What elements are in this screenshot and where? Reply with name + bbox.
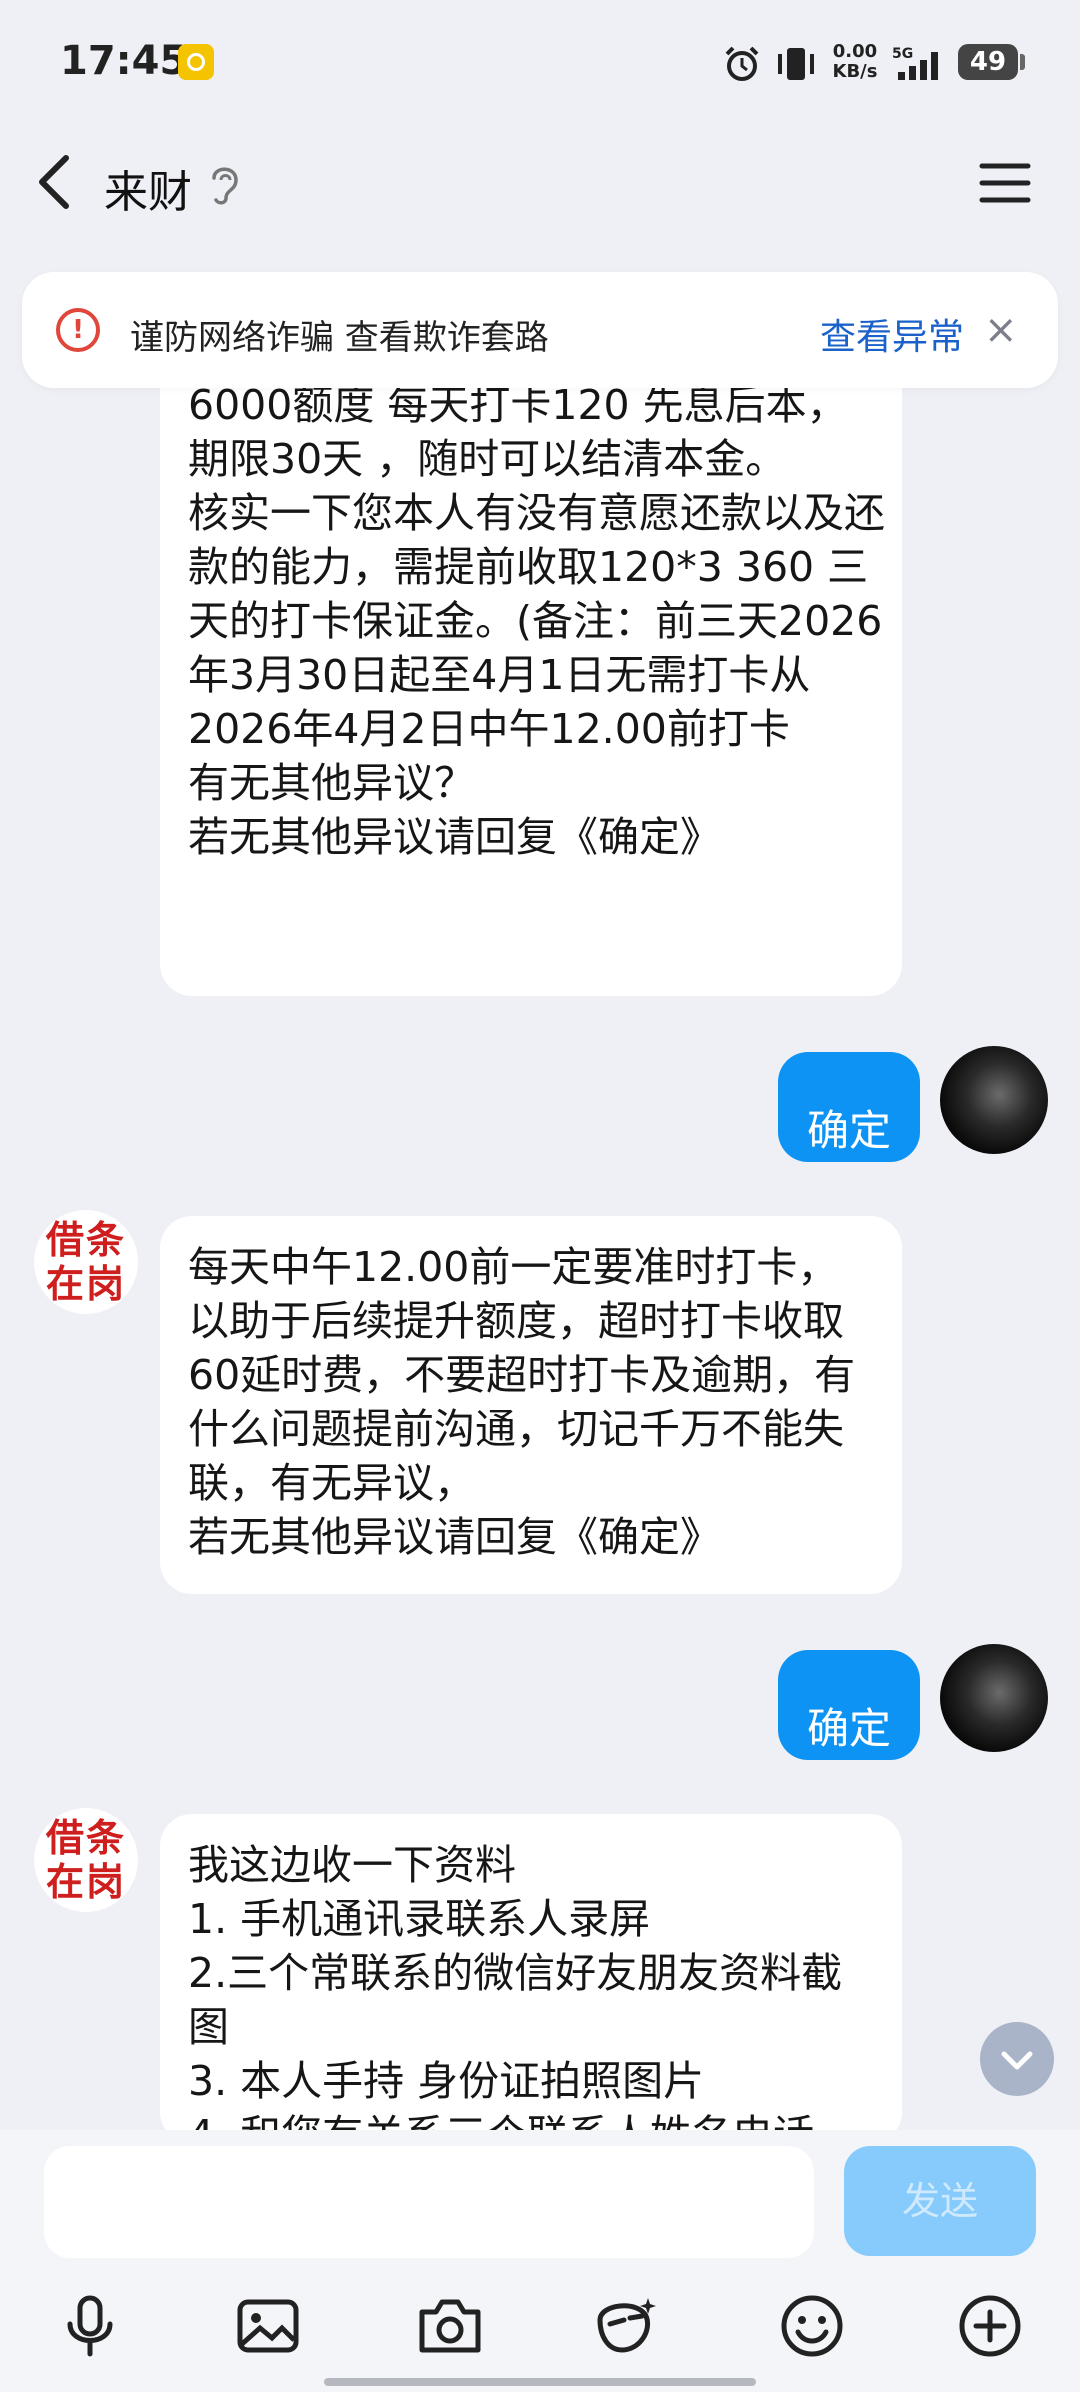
home-indicator <box>324 2378 756 2386</box>
sticker-icon[interactable] <box>590 2290 662 2362</box>
microphone-icon[interactable] <box>54 2290 126 2362</box>
camera-icon[interactable] <box>414 2290 486 2362</box>
message-input[interactable] <box>44 2146 814 2258</box>
scam-warning-banner[interactable]: ! 谨防网络诈骗 查看欺诈套路 查看异常 × <box>22 272 1058 388</box>
chat-title: 来财 <box>104 167 192 218</box>
avatar-seal-text: 借条在岗 <box>45 1815 126 1904</box>
image-icon[interactable] <box>232 2290 304 2362</box>
message-bubble-received[interactable]: 6000额度 每天打卡120 先息后本，期限30天 ，随时可以结清本金。 核实一… <box>160 370 902 996</box>
emoji-icon[interactable] <box>776 2290 848 2362</box>
battery-indicator: 49 <box>958 44 1025 80</box>
avatar-contact[interactable]: 借条在岗 <box>34 1210 138 1314</box>
scroll-to-bottom-button[interactable] <box>980 2022 1054 2096</box>
message-text: 6000额度 每天打卡120 先息后本，期限30天 ，随时可以结清本金。 核实一… <box>188 381 885 861</box>
hamburger-menu-icon[interactable] <box>978 160 1032 206</box>
status-time: 17:45 <box>60 38 188 84</box>
warning-text[interactable]: 谨防网络诈骗 查看欺诈套路 <box>130 310 549 359</box>
message-bubble-sent[interactable]: 确定 <box>778 1650 920 1760</box>
close-icon[interactable]: × <box>984 310 1018 350</box>
message-bubble-sent[interactable]: 确定 <box>778 1052 920 1162</box>
signal-icon: 5G <box>892 46 938 80</box>
alarm-icon <box>725 46 759 81</box>
message-bubble-received[interactable]: 每天中午12.00前一定要准时打卡，以助于后续提升额度，超时打卡收取60延时费，… <box>160 1216 902 1594</box>
view-anomaly-link[interactable]: 查看异常 <box>820 308 964 360</box>
avatar-seal-text: 借条在岗 <box>45 1217 126 1306</box>
alert-icon: ! <box>56 308 100 352</box>
avatar-contact[interactable]: 借条在岗 <box>34 1808 138 1912</box>
svg-text:5G: 5G <box>892 46 913 62</box>
plus-icon[interactable] <box>954 2290 1026 2362</box>
send-button[interactable]: 发送 <box>844 2146 1036 2256</box>
network-speed: 0.00 KB/s <box>832 41 878 82</box>
vibrate-icon <box>778 48 814 80</box>
avatar-self[interactable] <box>940 1644 1048 1752</box>
chevron-down-icon <box>1001 2051 1033 2070</box>
avatar-self[interactable] <box>940 1046 1048 1154</box>
chevron-left-icon[interactable] <box>34 152 74 212</box>
message-bubble-received[interactable]: 我这边收一下资料 1. 手机通讯录联系人录屏 2.三个常联系的微信好友朋友资料截… <box>160 1814 902 2144</box>
notification-app-icon <box>178 44 214 80</box>
ear-icon[interactable] <box>208 162 240 206</box>
